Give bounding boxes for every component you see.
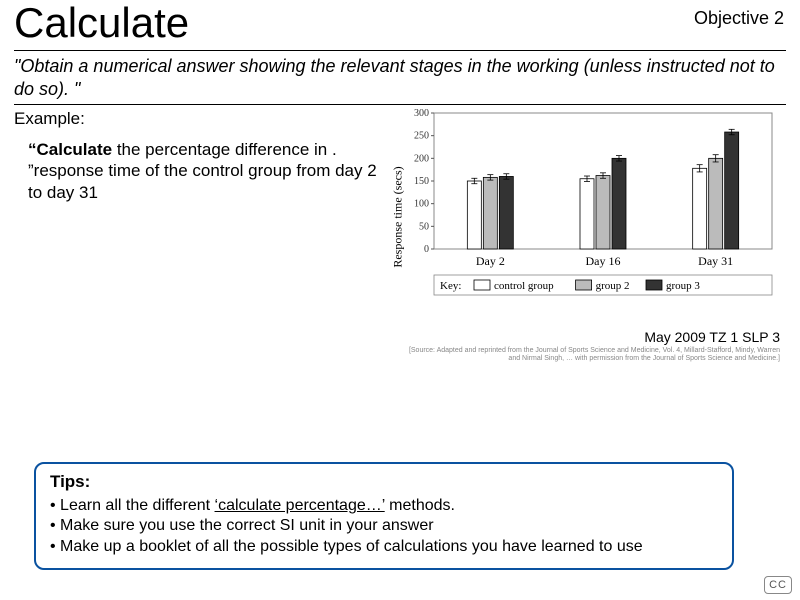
example-left: Example: “Calculate the percentage diffe… <box>14 107 400 362</box>
tips-list: • Learn all the different ‘calculate per… <box>50 496 718 558</box>
svg-text:Key:: Key: <box>440 280 461 292</box>
tip-item: • Learn all the different ‘calculate per… <box>50 496 718 517</box>
example-row: Example: “Calculate the percentage diffe… <box>14 107 786 362</box>
svg-text:0: 0 <box>424 244 429 255</box>
chart-panel: Response time (secs) 050100150200250300D… <box>400 107 786 362</box>
cc-badge: CC <box>764 576 792 594</box>
tip-item: • Make sure you use the correct SI unit … <box>50 516 718 537</box>
svg-text:group 2: group 2 <box>596 280 630 292</box>
bar-chart: 0 50 100 150 200 250 300 Day 2 Day 16 Day 31 Key: c… <box>400 107 780 327</box>
definition-text: "Obtain a numerical answer showing the r… <box>14 55 786 100</box>
svg-text:control group: control group <box>494 280 554 292</box>
header-row: Calculate Objective 2 <box>14 0 786 44</box>
svg-text:Day 2: Day 2 <box>476 254 505 268</box>
svg-text:group 3: group 3 <box>666 280 700 292</box>
page-title: Calculate <box>14 0 189 44</box>
tip-item: • Make up a booklet of all the possible … <box>50 537 718 558</box>
chart-source: [Source: Adapted and reprinted from the … <box>400 347 786 362</box>
svg-text:300: 300 <box>414 108 429 119</box>
chart-caption: May 2009 TZ 1 SLP 3 <box>400 329 786 345</box>
definition-box: "Obtain a numerical answer showing the r… <box>14 50 786 105</box>
example-prompt-bold: “Calculate <box>28 140 112 159</box>
example-prompt: “Calculate the percentage difference in … <box>14 139 390 203</box>
svg-text:100: 100 <box>414 199 429 210</box>
tips-title: Tips: <box>50 472 718 492</box>
svg-text:Day 31: Day 31 <box>698 254 733 268</box>
chart-wrap: Response time (secs) 050100150200250300D… <box>400 107 780 327</box>
tips-box: Tips: • Learn all the different ‘calcula… <box>34 462 734 570</box>
svg-text:200: 200 <box>414 153 429 164</box>
slide: Calculate Objective 2 "Obtain a numerica… <box>0 0 800 600</box>
svg-text:50: 50 <box>419 221 429 232</box>
svg-text:250: 250 <box>414 131 429 142</box>
example-label: Example: <box>14 109 390 129</box>
svg-text:Day 16: Day 16 <box>586 254 621 268</box>
objective-label: Objective 2 <box>694 0 786 29</box>
chart-ylabel: Response time (secs) <box>391 166 406 267</box>
svg-text:150: 150 <box>414 176 429 187</box>
